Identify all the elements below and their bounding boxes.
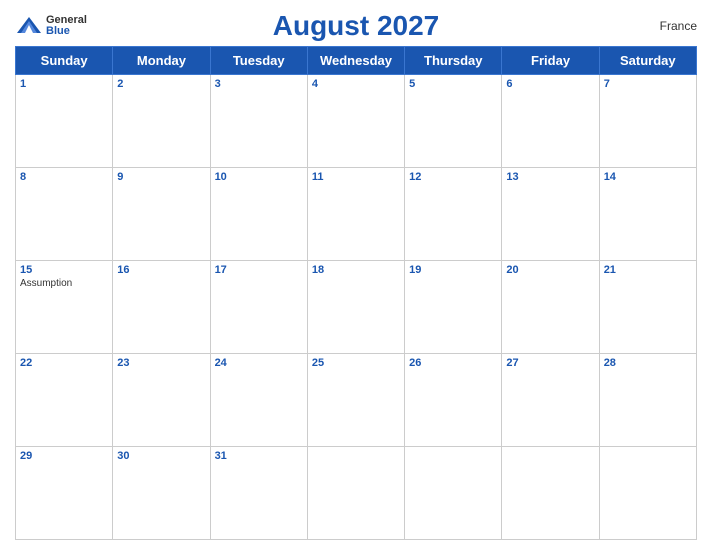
day-of-week-header: Sunday	[16, 47, 113, 75]
calendar-week-row: 15 Assumption 16 17 18 19 20 21	[16, 261, 697, 354]
calendar-cell: 22	[16, 354, 113, 447]
day-number: 28	[604, 357, 692, 369]
calendar-cell: 2	[113, 75, 210, 168]
calendar-cell: 30	[113, 447, 210, 540]
calendar-cell	[599, 447, 696, 540]
calendar-cell: 1	[16, 75, 113, 168]
calendar-cell: 6	[502, 75, 599, 168]
day-of-week-header: Saturday	[599, 47, 696, 75]
calendar-cell: 24	[210, 354, 307, 447]
calendar-cell: 25	[307, 354, 404, 447]
day-number: 15	[20, 264, 108, 276]
days-of-week-row: SundayMondayTuesdayWednesdayThursdayFrid…	[16, 47, 697, 75]
calendar-cell: 16	[113, 261, 210, 354]
day-number: 6	[506, 78, 594, 90]
calendar-cell	[502, 447, 599, 540]
day-number: 12	[409, 171, 497, 183]
day-number: 20	[506, 264, 594, 276]
calendar-cell: 7	[599, 75, 696, 168]
calendar-cell: 13	[502, 168, 599, 261]
day-number: 9	[117, 171, 205, 183]
logo-area: General Blue	[15, 15, 87, 37]
calendar-header: General Blue August 2027 France	[15, 10, 697, 42]
calendar-cell: 26	[405, 354, 502, 447]
day-number: 7	[604, 78, 692, 90]
day-number: 21	[604, 264, 692, 276]
day-number: 18	[312, 264, 400, 276]
day-of-week-header: Friday	[502, 47, 599, 75]
day-number: 1	[20, 78, 108, 90]
day-number: 4	[312, 78, 400, 90]
day-number: 5	[409, 78, 497, 90]
calendar-title: August 2027	[273, 10, 440, 42]
logo-blue: Blue	[46, 26, 87, 37]
day-number: 3	[215, 78, 303, 90]
day-number: 17	[215, 264, 303, 276]
calendar-cell: 4	[307, 75, 404, 168]
calendar-week-row: 89 10 11 12 13 14	[16, 168, 697, 261]
day-number: 31	[215, 450, 303, 462]
calendar-table: SundayMondayTuesdayWednesdayThursdayFrid…	[15, 46, 697, 540]
calendar-cell: 27	[502, 354, 599, 447]
country-label: France	[660, 19, 697, 33]
day-number: 10	[215, 171, 303, 183]
calendar-cell: 29	[16, 447, 113, 540]
calendar-cell: 18	[307, 261, 404, 354]
calendar-cell: 15 Assumption	[16, 261, 113, 354]
calendar-cell: 12	[405, 168, 502, 261]
day-of-week-header: Monday	[113, 47, 210, 75]
calendar-week-row: 22 23 24 25 26 27 28	[16, 354, 697, 447]
calendar-cell: 5	[405, 75, 502, 168]
calendar-header-row: SundayMondayTuesdayWednesdayThursdayFrid…	[16, 47, 697, 75]
day-number: 23	[117, 357, 205, 369]
day-number: 25	[312, 357, 400, 369]
day-number: 29	[20, 450, 108, 462]
calendar-cell: 10	[210, 168, 307, 261]
calendar-cell	[307, 447, 404, 540]
day-number: 30	[117, 450, 205, 462]
day-number: 13	[506, 171, 594, 183]
general-blue-icon	[15, 15, 43, 37]
calendar-cell	[405, 447, 502, 540]
day-number: 11	[312, 171, 400, 183]
day-number: 8	[20, 171, 108, 183]
calendar-cell: 8	[16, 168, 113, 261]
calendar-week-row: 1234567	[16, 75, 697, 168]
calendar-cell: 21	[599, 261, 696, 354]
calendar-cell: 9	[113, 168, 210, 261]
day-number: 22	[20, 357, 108, 369]
day-of-week-header: Wednesday	[307, 47, 404, 75]
day-number: 2	[117, 78, 205, 90]
calendar-cell: 19	[405, 261, 502, 354]
day-number: 24	[215, 357, 303, 369]
logo-text: General Blue	[46, 15, 87, 37]
calendar-cell: 3	[210, 75, 307, 168]
day-of-week-header: Thursday	[405, 47, 502, 75]
day-number: 19	[409, 264, 497, 276]
day-of-week-header: Tuesday	[210, 47, 307, 75]
calendar-cell: 28	[599, 354, 696, 447]
calendar-cell: 11	[307, 168, 404, 261]
day-number: 26	[409, 357, 497, 369]
calendar-cell: 20	[502, 261, 599, 354]
calendar-cell: 31	[210, 447, 307, 540]
calendar-cell: 14	[599, 168, 696, 261]
calendar-cell: 23	[113, 354, 210, 447]
calendar-cell: 17	[210, 261, 307, 354]
calendar-week-row: 29 30 31	[16, 447, 697, 540]
day-number: 16	[117, 264, 205, 276]
day-number: 14	[604, 171, 692, 183]
day-event: Assumption	[20, 278, 108, 289]
day-number: 27	[506, 357, 594, 369]
calendar-body: 123456789101112131415Assumption161718192…	[16, 75, 697, 540]
